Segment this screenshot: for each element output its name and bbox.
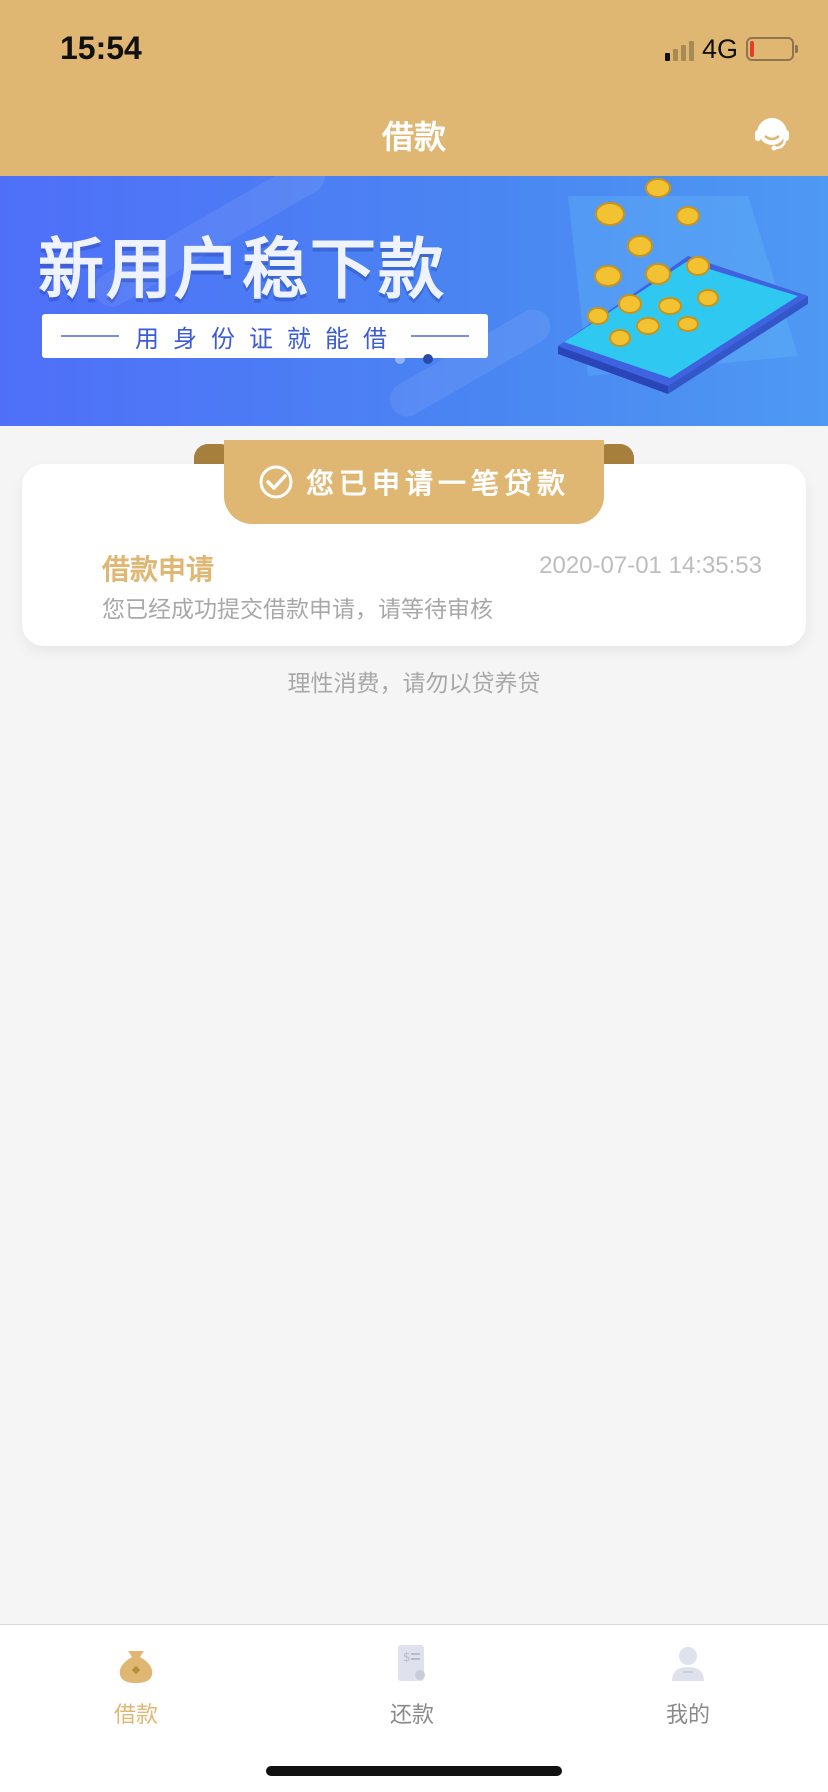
carousel-dot-2[interactable]	[423, 354, 433, 364]
carousel-dots[interactable]	[0, 354, 828, 364]
banner-subline-text: 用身份证就能借	[135, 324, 401, 353]
tab-borrow-label: 借款	[113, 1703, 158, 1728]
application-timestamp: 2020-07-01 14:35:53	[539, 552, 762, 579]
banner-headline: 新用户稳下款	[38, 231, 446, 308]
status-time: 15:54	[60, 30, 142, 66]
home-indicator	[266, 1766, 562, 1776]
user-profile-icon	[672, 1647, 704, 1681]
phone-coins-illustration-icon	[558, 178, 808, 394]
network-type: 4G	[701, 33, 738, 64]
ribbon-text: 您已申请一笔贷款	[305, 467, 570, 500]
banner-subline: 用身份证就能借	[42, 314, 488, 358]
tab-repay-label: 还款	[389, 1703, 434, 1728]
top-header: 15:54 4G 借款	[0, 0, 828, 176]
tab-borrow[interactable]: 借款	[76, 1641, 196, 1729]
promo-banner[interactable]: 新用户稳下款 用身份证就能借	[0, 176, 828, 426]
battery-icon	[746, 37, 798, 61]
application-description: 您已经成功提交借款申请，请等待审核	[102, 597, 493, 623]
application-status-ribbon: 您已申请一笔贷款	[224, 440, 604, 524]
signal-strength-icon	[664, 37, 694, 61]
bill-icon: $	[398, 1645, 425, 1681]
responsible-borrowing-notice: 理性消费，请勿以贷养贷	[287, 671, 541, 697]
status-icons: 4G	[664, 33, 798, 64]
page-title: 借款	[381, 118, 446, 156]
customer-service-headset-icon[interactable]	[752, 112, 792, 152]
tab-mine[interactable]: 我的	[628, 1641, 748, 1729]
svg-text:$: $	[403, 1650, 411, 1664]
money-bag-icon	[119, 1651, 153, 1683]
carousel-dot-1[interactable]	[395, 354, 405, 364]
tab-repay[interactable]: $ 还款	[352, 1641, 472, 1729]
check-circle-icon	[259, 465, 293, 499]
application-title: 借款申请	[102, 553, 215, 586]
tab-mine-label: 我的	[665, 1703, 710, 1728]
